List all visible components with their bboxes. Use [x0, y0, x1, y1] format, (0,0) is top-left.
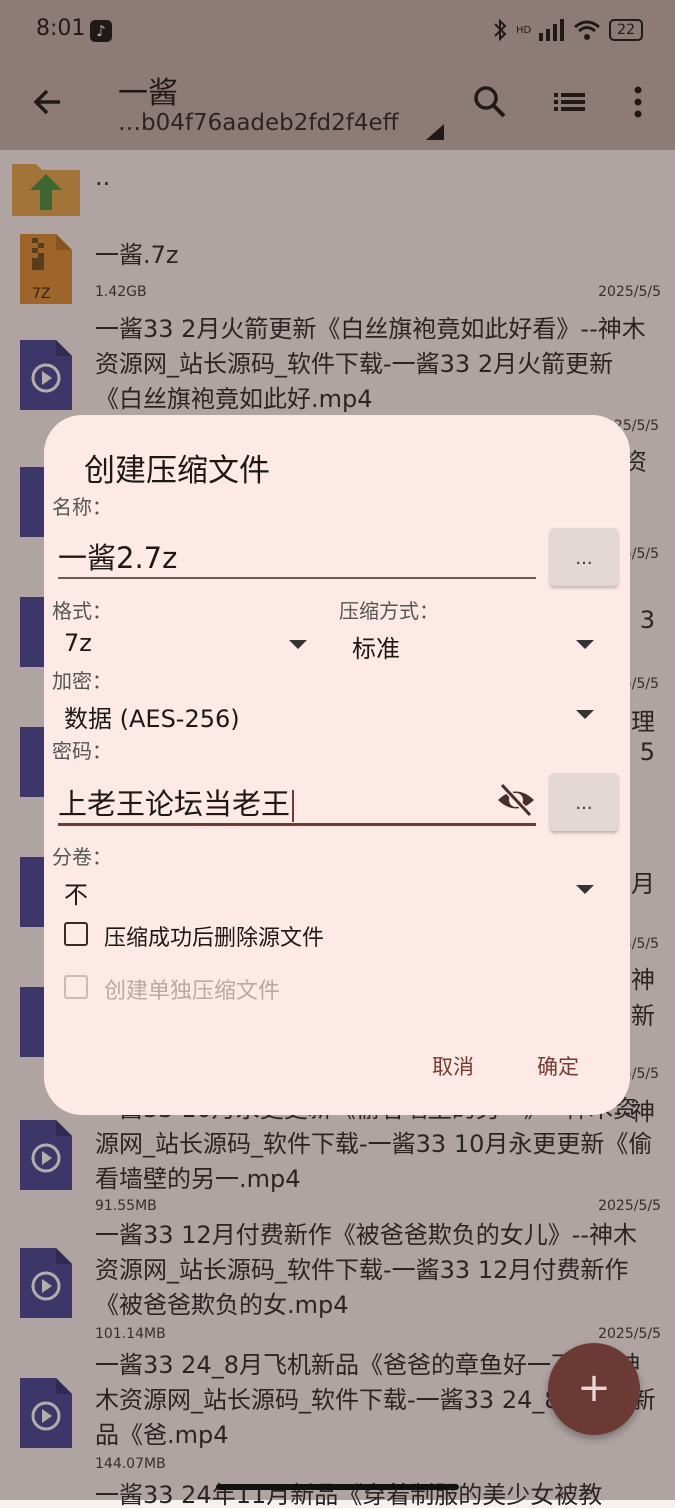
password-underline: [58, 823, 536, 826]
password-label: 密码：: [52, 739, 112, 763]
format-label: 格式：: [52, 599, 112, 623]
visibility-off-icon[interactable]: [496, 783, 536, 817]
method-dropdown-icon[interactable]: [576, 640, 594, 649]
encrypt-select[interactable]: 数据 (AES-256): [64, 699, 240, 734]
create-archive-dialog: 创建压缩文件 名称： 一酱2.7z ... 格式： 7z 压缩方式： 标准 加密…: [44, 415, 630, 1115]
encrypt-label: 加密：: [52, 669, 112, 693]
add-fab-button[interactable]: +: [548, 1343, 640, 1435]
gesture-bar[interactable]: [216, 1484, 459, 1490]
split-dropdown-icon[interactable]: [576, 885, 594, 894]
separate-archive-label: 创建单独压缩文件: [104, 979, 281, 1004]
browse-name-button[interactable]: ...: [550, 528, 618, 586]
plus-icon: +: [577, 1365, 611, 1411]
method-select[interactable]: 标准: [352, 629, 400, 664]
delete-after-label[interactable]: 压缩成功后删除源文件: [104, 920, 324, 952]
split-select[interactable]: 不: [64, 875, 88, 910]
method-label: 压缩方式：: [339, 599, 439, 623]
encrypt-dropdown-icon[interactable]: [576, 710, 594, 719]
cancel-button[interactable]: 取消: [432, 1051, 474, 1081]
name-underline: [58, 577, 536, 579]
name-label: 名称：: [52, 495, 112, 519]
separate-archive-checkbox: [64, 975, 88, 999]
text-cursor: [292, 790, 295, 822]
format-select[interactable]: 7z: [64, 629, 92, 657]
delete-after-checkbox[interactable]: [64, 922, 88, 946]
archive-name-input[interactable]: 一酱2.7z: [58, 535, 177, 577]
dialog-title: 创建压缩文件: [84, 453, 270, 489]
ok-button[interactable]: 确定: [537, 1051, 579, 1081]
split-label: 分卷：: [52, 845, 112, 869]
password-input[interactable]: 上老王论坛当老王: [58, 781, 295, 823]
password-options-button[interactable]: ...: [550, 773, 618, 831]
password-text: 上老王论坛当老王: [58, 787, 291, 821]
format-dropdown-icon[interactable]: [289, 640, 307, 649]
